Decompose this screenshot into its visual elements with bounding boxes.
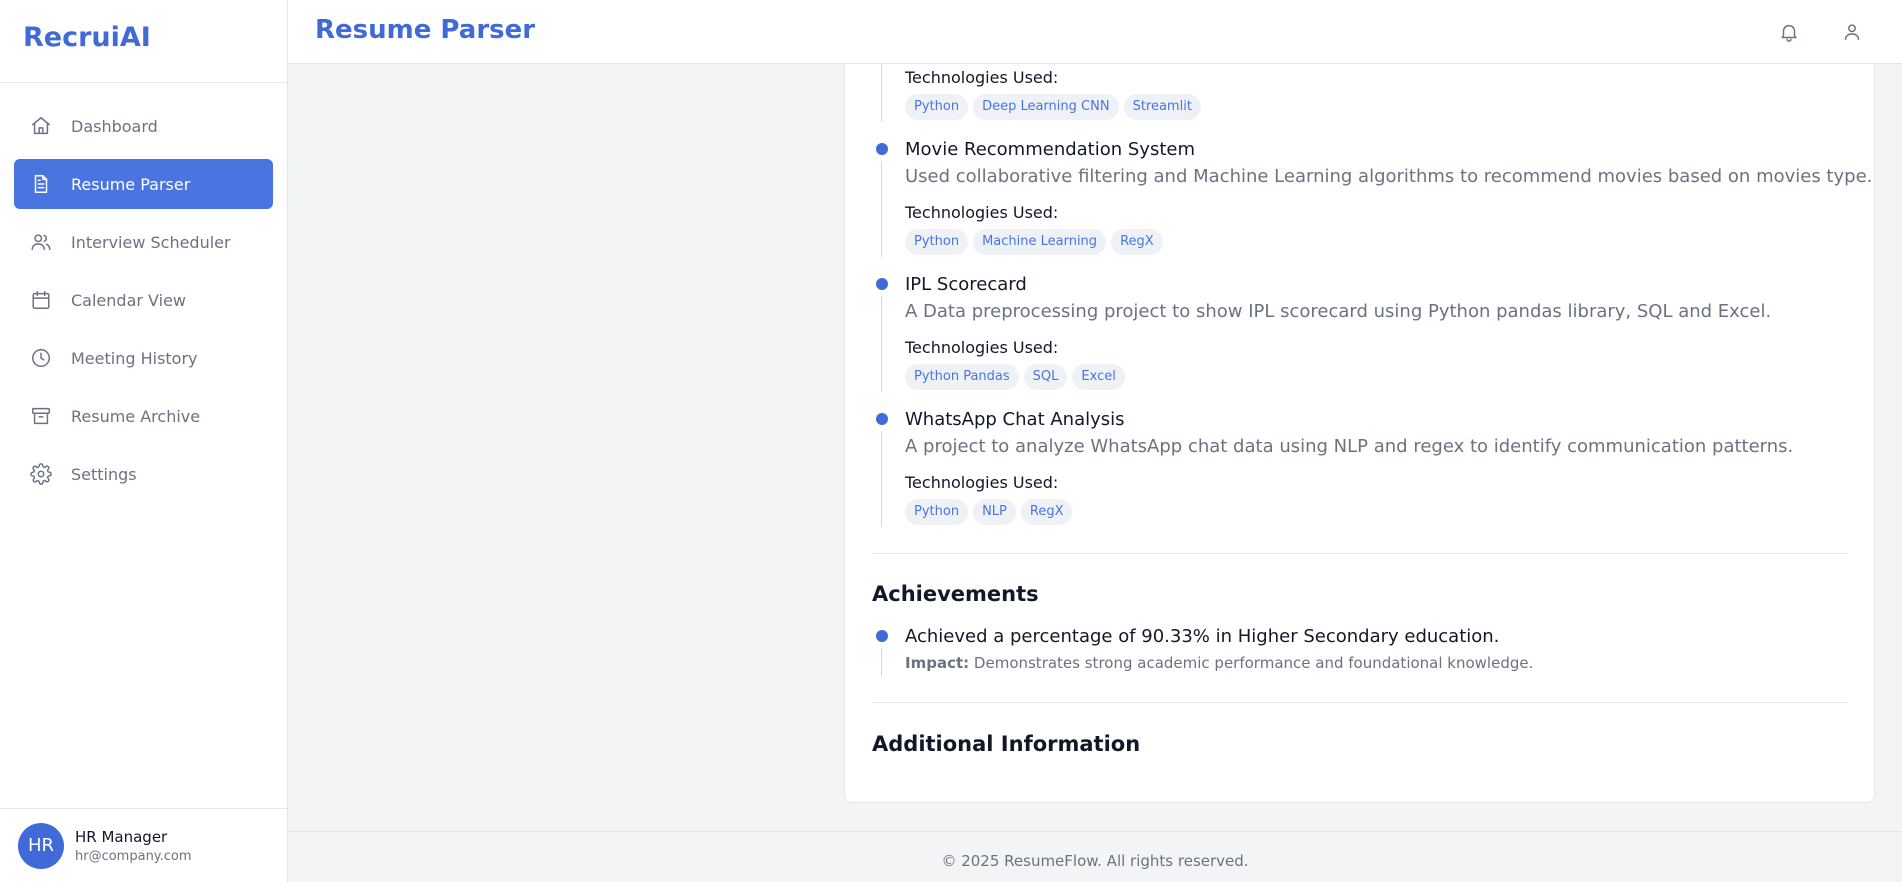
sidebar-item-label: Dashboard <box>71 116 158 136</box>
impact-label: Impact: <box>905 654 970 672</box>
document-icon <box>30 173 52 195</box>
timeline-line <box>881 431 882 527</box>
timeline-dot <box>876 413 888 425</box>
tech-tag: NLP <box>973 499 1016 525</box>
avatar: HR <box>18 822 64 869</box>
tech-label: Technologies Used: <box>905 338 1059 357</box>
project-title: Movie Recommendation System <box>905 139 1196 160</box>
footer: © 2025 ResumeFlow. All rights reserved. <box>288 831 1902 882</box>
user-email: hr@company.com <box>75 848 192 864</box>
archive-icon <box>30 405 52 427</box>
project-description: A project to analyze WhatsApp chat data … <box>905 436 1794 457</box>
achievement-impact: Impact: Demonstrates strong academic per… <box>905 654 1533 672</box>
tech-tag: SQL <box>1023 364 1068 390</box>
project-description: A Data preprocessing project to show IPL… <box>905 301 1772 322</box>
timeline-line <box>881 296 882 392</box>
home-icon <box>30 115 52 137</box>
sidebar-item-settings[interactable]: Settings <box>14 449 273 499</box>
tech-tags: Python Pandas SQL Excel <box>905 364 1125 390</box>
timeline-line <box>881 64 882 122</box>
tech-label: Technologies Used: <box>905 68 1059 87</box>
achievements-title: Achievements <box>872 582 1039 606</box>
users-icon <box>30 231 52 253</box>
tech-tag: Python <box>905 229 969 255</box>
tech-tag: RegX <box>1111 229 1163 255</box>
tech-tag: Excel <box>1072 364 1125 390</box>
tech-tag: Python <box>905 499 969 525</box>
tech-label: Technologies Used: <box>905 203 1059 222</box>
brand-logo-text[interactable]: RecruiAI <box>23 22 151 53</box>
tech-tags: Python NLP RegX <box>905 499 1073 525</box>
sidebar-item-label: Settings <box>71 464 137 484</box>
tech-tag: Streamlit <box>1123 94 1201 120</box>
resume-detail-card: Technologies Used: Python Deep Learning … <box>844 64 1875 803</box>
tech-label: Technologies Used: <box>905 473 1059 492</box>
user-profile-card[interactable]: HR HR Manager hr@company.com <box>0 808 288 882</box>
sidebar-item-label: Meeting History <box>71 348 198 368</box>
project-title: IPL Scorecard <box>905 274 1027 295</box>
sidebar: RecruiAI Dashboard Resume Parser Intervi… <box>0 0 288 882</box>
project-description: Used collaborative filtering and Machine… <box>905 166 1873 187</box>
tech-tag: RegX <box>1020 499 1073 525</box>
sidebar-item-calendar-view[interactable]: Calendar View <box>14 275 273 325</box>
user-icon[interactable] <box>1841 21 1863 43</box>
sidebar-item-label: Resume Parser <box>71 174 191 194</box>
sidebar-item-label: Resume Archive <box>71 406 201 426</box>
sidebar-item-meeting-history[interactable]: Meeting History <box>14 333 273 383</box>
sidebar-item-interview-scheduler[interactable]: Interview Scheduler <box>14 217 273 267</box>
sidebar-item-label: Interview Scheduler <box>71 232 231 252</box>
timeline-line <box>881 648 882 676</box>
project-title: WhatsApp Chat Analysis <box>905 409 1125 430</box>
top-bar: Resume Parser <box>288 0 1902 64</box>
brand: RecruiAI <box>0 0 287 83</box>
calendar-icon <box>30 289 52 311</box>
clock-icon <box>30 347 52 369</box>
sidebar-item-label: Calendar View <box>71 290 186 310</box>
footer-text: © 2025 ResumeFlow. All rights reserved. <box>941 852 1249 870</box>
additional-info-title: Additional Information <box>872 732 1141 756</box>
user-info: HR Manager hr@company.com <box>75 828 192 864</box>
tech-tags: Python Machine Learning RegX <box>905 229 1163 255</box>
bell-icon[interactable] <box>1778 21 1800 43</box>
sidebar-item-dashboard[interactable]: Dashboard <box>14 101 273 151</box>
section-divider <box>872 553 1848 554</box>
gear-icon <box>30 463 52 485</box>
timeline-dot <box>876 278 888 290</box>
impact-text: Demonstrates strong academic performance… <box>973 654 1534 672</box>
tech-tag: Python <box>905 94 969 120</box>
user-name: HR Manager <box>75 827 168 846</box>
sidebar-item-resume-parser[interactable]: Resume Parser <box>14 159 273 209</box>
tech-tag: Deep Learning CNN <box>973 94 1119 120</box>
timeline-dot <box>876 143 888 155</box>
timeline-dot <box>876 630 888 642</box>
sidebar-nav: Dashboard Resume Parser Interview Schedu… <box>0 83 287 499</box>
tech-tag: Machine Learning <box>973 229 1107 255</box>
section-divider <box>872 702 1848 703</box>
tech-tag: Python Pandas <box>905 364 1019 390</box>
achievement-text: Achieved a percentage of 90.33% in Highe… <box>905 626 1500 647</box>
page-title: Resume Parser <box>315 15 536 45</box>
tech-tags: Python Deep Learning CNN Streamlit <box>905 94 1201 120</box>
timeline-line <box>881 161 882 257</box>
sidebar-item-resume-archive[interactable]: Resume Archive <box>14 391 273 441</box>
